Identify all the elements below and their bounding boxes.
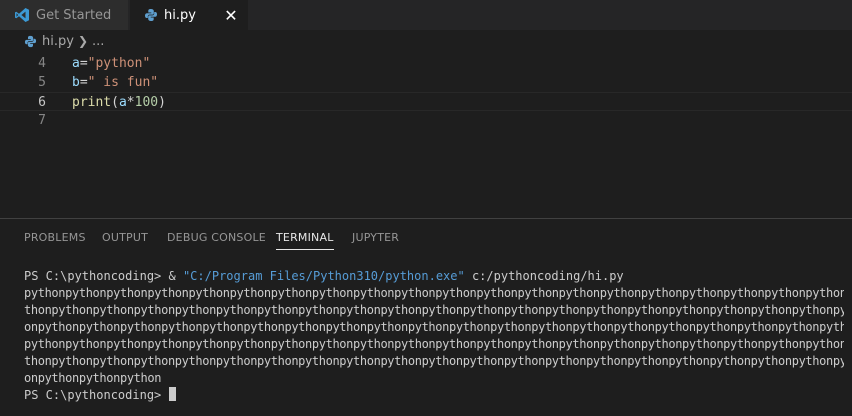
- terminal-output-line: pythonpythonpythonpythonpythonpythonpyth…: [24, 286, 844, 300]
- code-text: b=" is fun": [72, 73, 158, 92]
- python-file-icon: [24, 35, 37, 48]
- code-line[interactable]: 4 a="python": [0, 54, 852, 73]
- code-token: b: [72, 75, 80, 90]
- tab-output[interactable]: OUTPUT: [102, 231, 148, 244]
- code-token: "python": [87, 56, 151, 71]
- code-token: *: [126, 95, 135, 110]
- tab-debug-console[interactable]: DEBUG CONSOLE: [167, 231, 266, 244]
- code-token: (: [111, 95, 119, 110]
- line-number: 5: [38, 75, 46, 90]
- line-number: 7: [38, 113, 46, 128]
- terminal-output-line: thonpythonpythonpythonpythonpythonpython…: [24, 303, 844, 317]
- code-token: a: [72, 56, 80, 71]
- terminal-output-line: pythonpythonpythonpythonpythonpythonpyth…: [24, 337, 844, 351]
- tab-jupyter[interactable]: JUPYTER: [352, 231, 399, 244]
- terminal-output-line: thonpythonpythonpythonpythonpythonpython…: [24, 354, 844, 368]
- code-token: ): [158, 95, 166, 110]
- line-number: 6: [38, 95, 46, 110]
- code-editor[interactable]: 4 a="python" 5 b=" is fun" 6 print(a*100) 7: [0, 52, 852, 217]
- terminal-prompt-line: PS C:\pythoncoding>: [24, 387, 844, 404]
- code-token: a: [118, 95, 127, 110]
- code-token: =: [79, 56, 88, 71]
- line-number: 4: [38, 56, 46, 71]
- tab-hi-py[interactable]: hi.py ✕: [130, 0, 248, 30]
- tab-label: Get Started: [36, 7, 112, 23]
- terminal-prompt: PS C:\pythoncoding>: [24, 388, 169, 402]
- code-text: a="python": [72, 54, 150, 73]
- breadcrumb: hi.py ❯ ...: [0, 30, 852, 52]
- editor-tab-bar: Get Started hi.py ✕: [0, 0, 852, 30]
- terminal-exe-path: "C:/Program Files/Python310/python.exe": [182, 269, 465, 283]
- panel-tab-bar: PROBLEMS OUTPUT DEBUG CONSOLE TERMINAL J…: [0, 219, 852, 257]
- code-line[interactable]: 5 b=" is fun": [0, 73, 852, 92]
- breadcrumb-more[interactable]: ...: [92, 34, 104, 49]
- terminal[interactable]: PS C:\pythoncoding> & "C:/Program Files/…: [24, 268, 844, 404]
- vscode-logo-icon: [14, 7, 30, 23]
- breadcrumb-file[interactable]: hi.py: [42, 34, 74, 49]
- vscode-window: Get Started hi.py ✕ hi.py ❯ ... 4 a="pyth…: [0, 0, 852, 416]
- bottom-panel: PROBLEMS OUTPUT DEBUG CONSOLE TERMINAL J…: [0, 218, 852, 416]
- code-line[interactable]: 6 print(a*100): [0, 92, 852, 111]
- terminal-prompt: PS C:\pythoncoding> &: [24, 269, 183, 283]
- python-file-icon: [144, 8, 158, 22]
- tab-label: hi.py: [164, 7, 196, 23]
- code-token: 100: [134, 95, 159, 110]
- terminal-output-line: onpythonpythonpython: [24, 371, 162, 385]
- code-line[interactable]: 7: [0, 111, 852, 130]
- code-token: " is fun": [87, 75, 159, 90]
- terminal-cursor: [168, 387, 176, 401]
- tab-terminal[interactable]: TERMINAL: [276, 231, 334, 250]
- close-tab-icon[interactable]: ✕: [222, 6, 240, 25]
- code-text: print(a*100): [72, 93, 166, 112]
- tab-get-started[interactable]: Get Started: [0, 0, 129, 30]
- terminal-script-path: c:/pythoncoding/hi.py: [464, 269, 624, 283]
- code-token: print: [72, 95, 112, 110]
- terminal-command-line: PS C:\pythoncoding> & "C:/Program Files/…: [24, 268, 844, 285]
- chevron-right-icon: ❯: [77, 34, 88, 48]
- tab-problems[interactable]: PROBLEMS: [24, 231, 86, 244]
- terminal-output: pythonpythonpythonpythonpythonpythonpyth…: [24, 285, 844, 387]
- terminal-output-line: onpythonpythonpythonpythonpythonpythonpy…: [24, 320, 844, 334]
- code-token: =: [79, 75, 88, 90]
